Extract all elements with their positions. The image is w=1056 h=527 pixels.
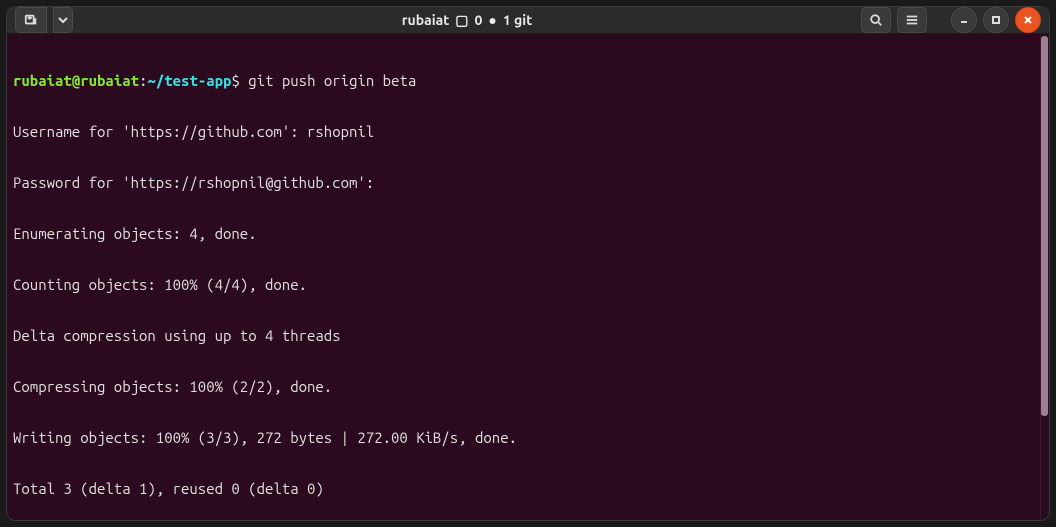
search-button[interactable] [861,7,891,33]
title-session: 1 git [503,12,532,28]
prompt-path: ~/test-app [147,72,231,89]
output-line: Username for 'https://github.com': rshop… [13,123,1043,140]
output-line: Writing objects: 100% (3/3), 272 bytes |… [13,429,1043,446]
hamburger-menu-button[interactable] [897,7,927,33]
output-line: Counting objects: 100% (4/4), done. [13,276,1043,293]
command-text: git push origin beta [248,72,416,89]
terminal-window: rubaiat ▢ 0 ● 1 git rubaiat@rubaiat:~/te… [6,6,1050,521]
maximize-button[interactable] [983,7,1009,33]
new-tab-button[interactable] [15,7,47,33]
titlebar: rubaiat ▢ 0 ● 1 git [7,7,1049,34]
scrollbar-track[interactable] [1040,34,1049,521]
prompt-line: rubaiat@rubaiat:~/test-app$ git push ori… [13,72,1043,89]
prompt-at: @ [72,72,80,89]
chevron-down-icon [58,16,68,24]
title-workspace-icon: ▢ [455,12,468,29]
search-icon [869,13,883,27]
hamburger-icon [905,13,919,27]
title-user: rubaiat [402,12,449,28]
close-icon [1023,15,1033,25]
prompt-sign: $ [231,72,239,89]
prompt-user: rubaiat [13,72,72,89]
window-title: rubaiat ▢ 0 ● 1 git [79,12,855,29]
minimize-icon [959,15,969,25]
output-line: Total 3 (delta 1), reused 0 (delta 0) [13,480,1043,497]
new-tab-icon [24,13,38,27]
output-line: Delta compression using up to 4 threads [13,327,1043,344]
title-dot: ● [488,12,496,28]
output-line: Compressing objects: 100% (2/2), done. [13,378,1043,395]
prompt-host: rubaiat [80,72,139,89]
title-workspace-num: 0 [474,12,482,28]
terminal-viewport[interactable]: rubaiat@rubaiat:~/test-app$ git push ori… [7,34,1049,521]
output-line: Password for 'https://rshopnil@github.co… [13,174,1043,191]
minimize-button[interactable] [951,7,977,33]
scrollbar-thumb[interactable] [1041,36,1048,416]
tab-dropdown-button[interactable] [53,7,73,33]
output-line: Enumerating objects: 4, done. [13,225,1043,242]
maximize-icon [991,15,1001,25]
close-button[interactable] [1015,7,1041,33]
